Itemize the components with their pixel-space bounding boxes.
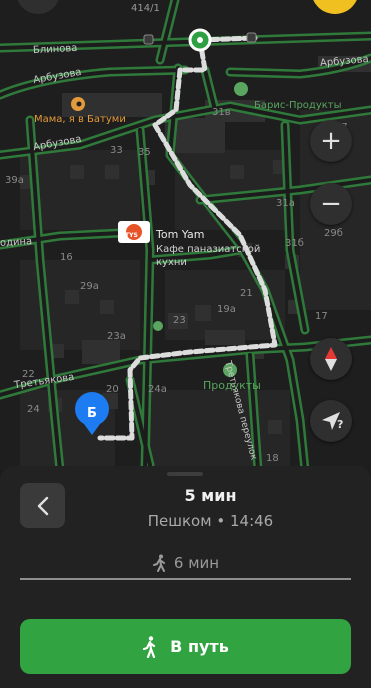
route-panel: 5 мин Пешком • 14:46 6 мин В путь	[0, 466, 371, 688]
building-number: 39a	[5, 175, 24, 186]
street-code: 414/1	[131, 3, 160, 14]
building-number: 29a	[80, 281, 99, 292]
zoom-out-button[interactable]: −	[310, 183, 352, 225]
poi-produkty[interactable]: Продукты	[203, 379, 261, 393]
chevron-left-icon	[37, 496, 48, 515]
poi-mama-batumi[interactable]: Мама, я в Батуми	[34, 113, 126, 127]
start-route-button[interactable]: В путь	[20, 619, 351, 674]
building-number: 31б	[285, 238, 304, 249]
building-number: 24	[27, 404, 40, 415]
zoom-in-button[interactable]: +	[310, 120, 352, 162]
marker-b-label: Б	[87, 406, 97, 421]
map-view[interactable]: 414/1 Блинова Арбузова Арбузова Арбузова…	[0, 0, 371, 475]
poi-baris[interactable]: Барис-Продукты	[254, 99, 342, 113]
start-route-label: В путь	[170, 637, 229, 656]
drag-handle[interactable]	[167, 472, 203, 476]
building-number: 21	[240, 288, 253, 299]
building-number: 31a	[276, 198, 295, 209]
building-number: 17	[315, 311, 328, 322]
building-number: 31в	[212, 107, 231, 118]
compass-icon	[325, 347, 337, 371]
poi-tomyam-subtitle: Кафе паназиатской кухни	[156, 244, 261, 268]
plus-icon: +	[320, 126, 342, 156]
compass-button[interactable]	[310, 338, 352, 380]
walking-person-icon	[152, 554, 165, 572]
locate-me-button[interactable]: ?	[310, 400, 352, 442]
building-number: 18	[266, 453, 279, 464]
building-number: 19a	[217, 304, 236, 315]
route-option-walk[interactable]: 6 мин	[20, 548, 351, 578]
route-mode: Пешком	[147, 512, 212, 530]
building-number: 33	[110, 145, 123, 156]
building-number: 24a	[148, 384, 167, 395]
building-number: 35	[138, 147, 151, 158]
separator-dot: •	[216, 512, 226, 530]
minus-icon: −	[320, 189, 342, 219]
building-number: 20	[106, 384, 119, 395]
poi-tomyam-title[interactable]: Tom Yam	[156, 228, 204, 242]
walk-time: 6 мин	[173, 554, 220, 572]
walking-person-icon	[143, 635, 156, 658]
locate-question-mark: ?	[337, 418, 344, 431]
building-number: 23	[173, 315, 186, 326]
route-duration: 5 мин	[184, 486, 237, 505]
tomyam-logo: TYS	[125, 232, 138, 239]
selected-option-underline	[20, 578, 351, 580]
arrival-time: 14:46	[229, 512, 274, 530]
building-number: 22	[22, 369, 35, 380]
building-number: 23a	[107, 331, 126, 342]
back-button[interactable]	[20, 483, 65, 528]
building-number: 29б	[324, 228, 343, 239]
route-subline: Пешком • 14:46	[70, 512, 351, 530]
shop-pin	[234, 82, 248, 96]
street-rodina: одина	[0, 236, 33, 249]
street-blinova: Блинова	[32, 42, 78, 57]
building-number: 16	[60, 252, 73, 263]
